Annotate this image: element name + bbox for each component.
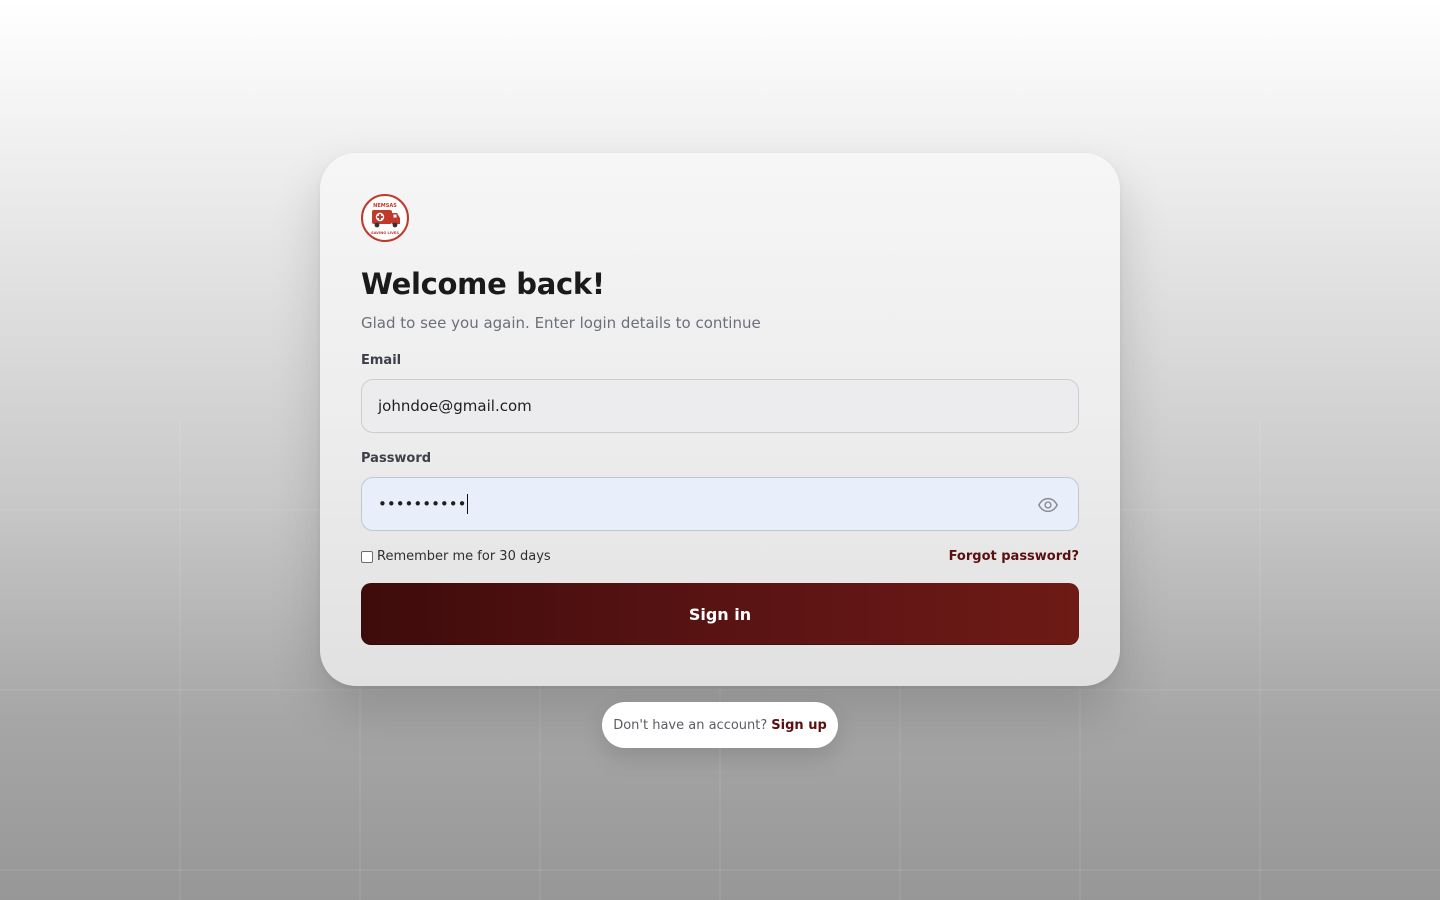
- email-value: johndoe@gmail.com: [378, 397, 532, 415]
- svg-text:SAVING LIVES: SAVING LIVES: [371, 231, 399, 235]
- remember-me[interactable]: Remember me for 30 days: [361, 549, 551, 564]
- sign-in-button[interactable]: Sign in: [361, 583, 1079, 645]
- eye-icon[interactable]: [1036, 493, 1060, 517]
- remember-label: Remember me for 30 days: [377, 549, 551, 564]
- email-label: Email: [361, 353, 402, 368]
- password-value: ••••••••••: [378, 495, 467, 513]
- email-field[interactable]: johndoe@gmail.com: [361, 379, 1079, 433]
- password-field[interactable]: ••••••••••: [361, 477, 1079, 531]
- password-label: Password: [361, 451, 432, 466]
- ambulance-logo-icon: NEMSAS SAVING LIVES: [361, 194, 409, 242]
- signup-prompt-text: Don't have an account?: [613, 717, 768, 733]
- signup-prompt: Don't have an account? Sign up: [602, 702, 838, 748]
- page-subtitle: Glad to see you again. Enter login detai…: [361, 314, 761, 332]
- svg-text:NEMSAS: NEMSAS: [373, 203, 397, 209]
- forgot-password-link[interactable]: Forgot password?: [949, 549, 1079, 564]
- remember-checkbox[interactable]: [361, 550, 373, 563]
- login-card: NEMSAS SAVING LIVES Welcome back! Glad t…: [320, 153, 1120, 686]
- page-title: Welcome back!: [361, 267, 605, 301]
- text-caret: [467, 494, 469, 514]
- sign-up-link[interactable]: Sign up: [771, 718, 826, 733]
